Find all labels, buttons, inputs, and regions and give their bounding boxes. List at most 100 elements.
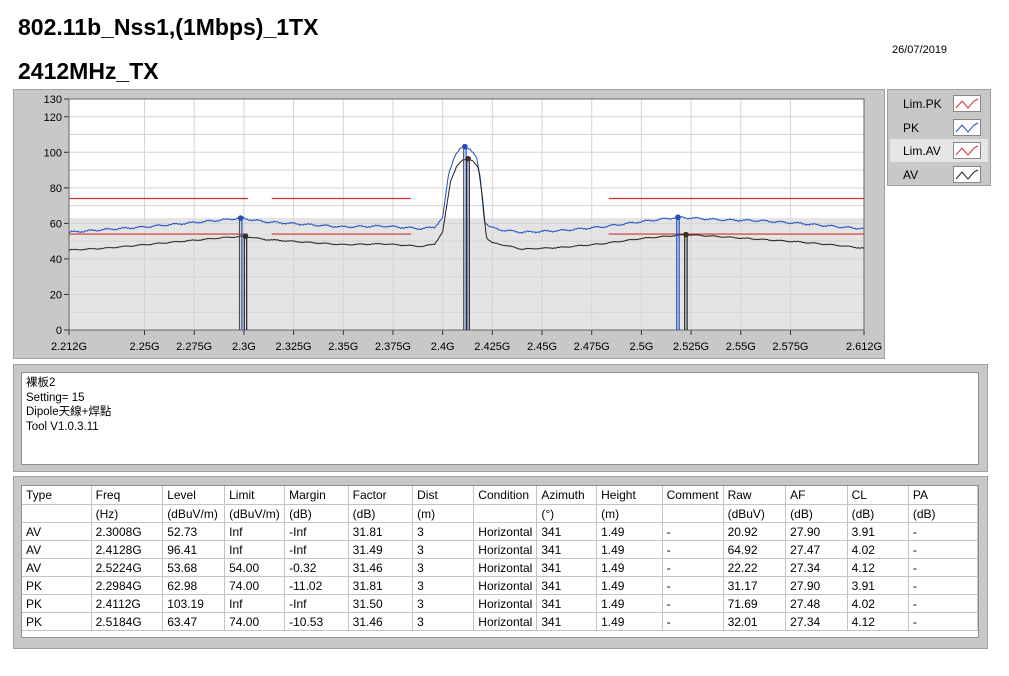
table-cell: 341 xyxy=(536,558,598,577)
y-tick-label: 0 xyxy=(56,325,62,337)
table-cell: 1.49 xyxy=(596,612,663,631)
marker-point-av[interactable] xyxy=(242,233,249,240)
page-title: 802.11b_Nss1,(1Mbps)_1TX xyxy=(18,14,319,40)
marker-point-pk[interactable] xyxy=(675,214,681,221)
table-cell: - xyxy=(908,540,978,559)
legend-item-av[interactable]: AV xyxy=(890,163,988,186)
x-tick-label: 2.55G xyxy=(726,341,756,353)
table-cell: Azimuth xyxy=(536,486,598,505)
table-cell: Level xyxy=(162,486,226,505)
table-cell: Type xyxy=(22,486,92,505)
table-cell: (dB) xyxy=(348,504,414,523)
table-cell: (dBuV/m) xyxy=(162,504,226,523)
notes-line: Tool V1.0.3.11 xyxy=(26,420,99,433)
table-row: PK 2.5184G 63.47 74.00 -10.53 31.46 3 Horizonta… xyxy=(22,612,978,631)
table-cell: - xyxy=(662,594,724,613)
table-cell: Horizontal xyxy=(473,558,538,577)
table-cell: Inf xyxy=(224,540,286,559)
table-cell: Horizontal xyxy=(473,594,538,613)
table-cell: (dB) xyxy=(908,504,978,523)
table-cell: 74.00 xyxy=(224,612,286,631)
table-cell: 3 xyxy=(412,576,475,595)
x-tick-label: 2.612G xyxy=(846,341,882,353)
table-cell: 31.49 xyxy=(348,540,414,559)
results-table-box: Type Freq Level Limit Margin Factor Dist Condit… xyxy=(21,485,979,638)
legend-label: AV xyxy=(903,167,919,182)
table-cell: 4.12 xyxy=(847,558,909,577)
x-tick-label: 2.325G xyxy=(276,341,312,353)
marker-point-av[interactable] xyxy=(465,155,471,162)
table-cell: 32.01 xyxy=(723,612,787,631)
table-cell: 62.98 xyxy=(162,576,226,595)
table-cell: 52.73 xyxy=(162,522,226,541)
table-cell: 2.4128G xyxy=(91,540,164,559)
x-tick-label: 2.5G xyxy=(629,341,653,353)
table-cell: Inf xyxy=(224,594,286,613)
notes-box[interactable]: 裸板2 Setting= 15 Dipole天線+焊點 Tool V1.0.3.11 xyxy=(21,372,979,465)
table-cell: -10.53 xyxy=(284,612,349,631)
marker-point-pk[interactable] xyxy=(462,143,468,150)
x-tick-label: 2.212G xyxy=(51,341,87,353)
table-cell: 2.3008G xyxy=(91,522,164,541)
table-cell: 4.02 xyxy=(847,540,909,559)
legend-item-lim-av[interactable]: Lim.AV xyxy=(890,139,988,162)
table-cell: -0.32 xyxy=(284,558,349,577)
notes-line: Setting= 15 xyxy=(26,391,85,404)
legend-swatch-icon xyxy=(953,95,981,112)
page-subtitle: 2412MHz_TX xyxy=(18,58,159,84)
legend-item-pk[interactable]: PK xyxy=(890,116,988,139)
table-cell: Horizontal xyxy=(473,612,538,631)
table-cell: 3 xyxy=(412,594,475,613)
table-cell: 22.22 xyxy=(723,558,787,577)
table-cell: 3 xyxy=(412,522,475,541)
table-cell: 2.5224G xyxy=(91,558,164,577)
table-cell: -Inf xyxy=(284,540,349,559)
table-cell: - xyxy=(662,540,724,559)
table-cell: - xyxy=(908,576,978,595)
table-cell xyxy=(662,504,724,523)
y-tick-label: 130 xyxy=(44,94,62,106)
table-cell: Condition xyxy=(473,486,538,505)
table-cell: 4.02 xyxy=(847,594,909,613)
table-cell: AV xyxy=(22,540,92,559)
table-cell: 64.92 xyxy=(723,540,787,559)
table-cell: 3 xyxy=(412,540,475,559)
table-cell: 3 xyxy=(412,612,475,631)
table-cell: (dB) xyxy=(785,504,848,523)
table-row: PK 2.2984G 62.98 74.00 -11.02 31.81 3 Horizonta… xyxy=(22,576,978,595)
table-cell: 74.00 xyxy=(224,576,286,595)
notes-panel: 裸板2 Setting= 15 Dipole天線+焊點 Tool V1.0.3.11 xyxy=(13,364,988,472)
results-panel: Type Freq Level Limit Margin Factor Dist Condit… xyxy=(13,476,988,649)
table-cell: 31.81 xyxy=(348,576,414,595)
table-cell: 63.47 xyxy=(162,612,226,631)
x-tick-label: 2.375G xyxy=(375,341,411,353)
table-cell: 27.90 xyxy=(785,576,848,595)
x-tick-label: 2.35G xyxy=(328,341,358,353)
table-row: AV 2.4128G 96.41 Inf -Inf 31.49 3 Horizontal 341… xyxy=(22,540,978,559)
table-row: AV 2.3008G 52.73 Inf -Inf 31.81 3 Horizontal 341… xyxy=(22,522,978,541)
chart-panel: 0 20 40 60 80 100 120 130 2.212G 2.25G 2.275G 2.3G 2… xyxy=(13,89,885,359)
table-cell: Freq xyxy=(91,486,164,505)
table-cell: AV xyxy=(22,558,92,577)
table-units-row: (Hz) (dBuV/m) (dBuV/m) (dB) (dB) (m) (°) (m) (dB… xyxy=(22,504,978,523)
table-cell: 53.68 xyxy=(162,558,226,577)
x-tick-label: 2.425G xyxy=(474,341,510,353)
legend-swatch-icon xyxy=(953,142,981,159)
table-cell: Horizontal xyxy=(473,522,538,541)
table-cell: PK xyxy=(22,594,92,613)
table-cell: - xyxy=(908,594,978,613)
legend-swatch-icon xyxy=(953,118,981,136)
x-tick-label: 2.45G xyxy=(527,341,557,353)
table-cell: 341 xyxy=(536,576,598,595)
table-cell: 27.90 xyxy=(785,522,848,541)
marker-point-av[interactable] xyxy=(683,231,689,238)
marker-point-pk[interactable] xyxy=(237,215,244,221)
table-cell: Factor xyxy=(348,486,414,505)
table-cell: Comment xyxy=(662,486,724,505)
legend-item-lim-pk[interactable]: Lim.PK xyxy=(890,92,988,115)
table-cell: Dist xyxy=(412,486,475,505)
table-cell: 1.49 xyxy=(596,594,663,613)
table-cell: 31.46 xyxy=(348,558,414,577)
table-cell: 27.34 xyxy=(785,558,848,577)
table-cell: - xyxy=(662,558,724,577)
